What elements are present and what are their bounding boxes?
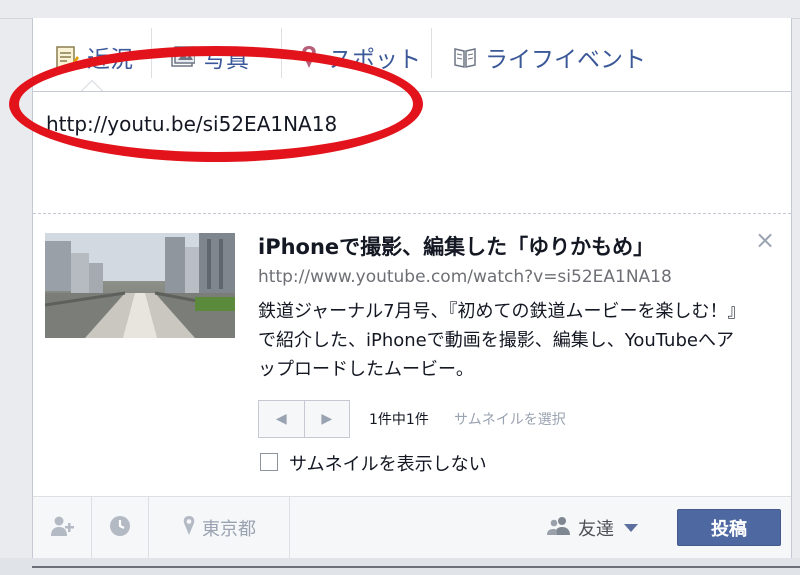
- composer-tabs: 近況 写真 スポット ライフイベント: [33, 18, 793, 94]
- tab-photo[interactable]: 写真: [171, 38, 249, 76]
- hide-thumbnail-checkbox[interactable]: [260, 453, 278, 471]
- map-pin-icon: [182, 515, 196, 541]
- location-label: 東京都: [202, 518, 256, 540]
- status-input[interactable]: http://youtu.be/si52EA1NA18: [33, 91, 791, 214]
- friends-icon: [546, 516, 572, 540]
- close-icon[interactable]: ×: [755, 226, 775, 254]
- photo-icon: [171, 44, 196, 70]
- chevron-down-icon: [624, 523, 638, 532]
- tag-friends-button[interactable]: [33, 497, 91, 558]
- tab-spot-label: スポット: [329, 47, 421, 73]
- choose-thumbnail-label: サムネイルを選択: [454, 412, 566, 428]
- location-button[interactable]: 東京都: [149, 497, 289, 558]
- tab-life-event-label: ライフイベント: [485, 47, 646, 73]
- audience-label: 友達: [578, 518, 614, 540]
- prev-thumbnail-button[interactable]: ◀: [259, 401, 304, 437]
- time-button[interactable]: [92, 497, 148, 558]
- tab-spot[interactable]: スポット: [297, 38, 421, 76]
- preview-description[interactable]: 鉄道ジャーナル7月号、『初めての鉄道ムービーを楽しむ！』で紹介した、iPhone…: [258, 297, 738, 384]
- preview-title[interactable]: iPhoneで撮影、編集した「ゆりかもめ」: [258, 231, 654, 261]
- book-icon: [453, 44, 477, 70]
- tab-divider: [281, 28, 282, 78]
- dashed-divider: [33, 213, 791, 214]
- post-button[interactable]: 投稿: [677, 509, 781, 546]
- post-composer: 近況 写真 スポット ライフイベント http://youtu.be/si52E…: [9, 18, 793, 558]
- thumbnail-count: 1件中1件: [369, 412, 429, 428]
- tab-status-label: 近況: [87, 47, 133, 73]
- status-icon: [55, 44, 79, 70]
- audience-selector[interactable]: 友達: [546, 497, 638, 558]
- composer-footer: 東京都 友達 投稿: [33, 496, 791, 558]
- tab-divider: [431, 28, 432, 78]
- bottom-band: [0, 558, 800, 575]
- tab-photo-label: 写真: [203, 47, 249, 73]
- map-pin-icon: [297, 44, 321, 70]
- tab-life-event[interactable]: ライフイベント: [453, 38, 646, 76]
- footer-divider: [289, 497, 290, 558]
- active-tab-indicator: [81, 80, 103, 91]
- video-thumbnail[interactable]: [45, 233, 235, 338]
- status-input-value: http://youtu.be/si52EA1NA18: [46, 112, 338, 136]
- bottom-border: [32, 566, 800, 568]
- clock-icon: [109, 515, 131, 541]
- preview-url: http://www.youtube.com/watch?v=si52EA1NA…: [258, 267, 672, 287]
- tab-status[interactable]: 近況: [55, 38, 133, 76]
- top-band: [0, 0, 800, 19]
- hide-thumbnail-label[interactable]: サムネイルを表示しない: [289, 450, 487, 476]
- next-thumbnail-button[interactable]: ▶: [303, 401, 350, 437]
- thumbnail-pager: ◀ ▶: [258, 400, 350, 438]
- add-person-icon: [50, 515, 74, 541]
- tab-divider: [151, 28, 152, 78]
